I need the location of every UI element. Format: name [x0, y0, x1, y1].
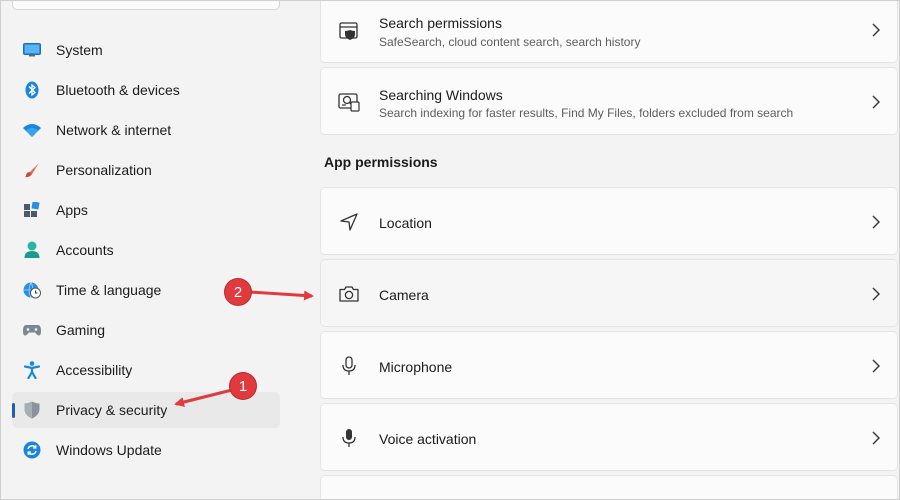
globe-clock-icon: [23, 281, 41, 299]
chevron-right-icon: [872, 359, 880, 373]
sidebar: System Bluetooth & devices Network & int…: [0, 0, 300, 500]
sidebar-item-system[interactable]: System: [12, 32, 280, 68]
voice-activation-card[interactable]: Voice activation: [320, 403, 898, 471]
settings-search-box[interactable]: [12, 0, 280, 10]
microphone-icon: [338, 355, 360, 377]
annotation-badge-2: 2: [225, 279, 251, 305]
card-subtitle: SafeSearch, cloud content search, search…: [379, 35, 641, 49]
searching-windows-card[interactable]: Searching Windows Search indexing for fa…: [320, 67, 898, 135]
search-shield-icon: [338, 20, 360, 42]
card-title: Searching Windows: [379, 87, 503, 103]
chevron-right-icon: [872, 95, 880, 109]
sidebar-item-label: Personalization: [56, 162, 152, 178]
sidebar-item-gaming[interactable]: Gaming: [12, 312, 280, 348]
search-permissions-card[interactable]: Search permissions SafeSearch, cloud con…: [320, 0, 898, 63]
microphone-card[interactable]: Microphone: [320, 331, 898, 399]
next-permission-card[interactable]: [320, 475, 898, 500]
chevron-right-icon: [872, 431, 880, 445]
monitor-icon: [23, 41, 41, 59]
chevron-right-icon: [872, 23, 880, 37]
location-icon: [338, 211, 360, 233]
camera-card[interactable]: Camera: [320, 259, 898, 327]
sidebar-item-label: Bluetooth & devices: [56, 82, 180, 98]
chevron-right-icon: [872, 287, 880, 301]
person-icon: [23, 241, 41, 259]
accessibility-icon: [23, 361, 41, 379]
sidebar-item-network[interactable]: Network & internet: [12, 112, 280, 148]
sidebar-item-label: Accessibility: [56, 362, 133, 378]
sidebar-item-apps[interactable]: Apps: [12, 192, 280, 228]
search-indexing-icon: [338, 91, 360, 113]
sidebar-item-personalization[interactable]: Personalization: [12, 152, 280, 188]
sidebar-item-label: Windows Update: [56, 442, 162, 458]
sidebar-item-accounts[interactable]: Accounts: [12, 232, 280, 268]
card-title: Location: [379, 215, 432, 231]
gamepad-icon: [23, 321, 41, 339]
update-icon: [23, 441, 41, 459]
sidebar-item-bluetooth[interactable]: Bluetooth & devices: [12, 72, 280, 108]
camera-icon: [338, 283, 360, 305]
card-title: Camera: [379, 287, 429, 303]
location-card[interactable]: Location: [320, 187, 898, 255]
bluetooth-icon: [23, 81, 41, 99]
sidebar-item-label: Accounts: [56, 242, 114, 258]
sidebar-item-label: Gaming: [56, 322, 106, 338]
card-subtitle: Search indexing for faster results, Find…: [379, 106, 794, 120]
sidebar-item-label: Privacy & security: [56, 402, 168, 418]
card-title: Voice activation: [379, 431, 477, 447]
voice-activation-icon: [338, 427, 360, 449]
sidebar-item-label: System: [56, 42, 103, 58]
section-heading-app-permissions: App permissions: [324, 154, 438, 170]
sidebar-item-windows-update[interactable]: Windows Update: [12, 432, 280, 468]
selection-indicator: [12, 403, 15, 418]
shield-icon: [23, 401, 41, 419]
card-title: Search permissions: [379, 15, 502, 31]
sidebar-item-label: Apps: [56, 202, 88, 218]
apps-icon: [23, 201, 41, 219]
card-title: Microphone: [379, 359, 453, 375]
wifi-icon: [23, 121, 41, 139]
annotation-badge-1: 1: [230, 373, 256, 399]
sidebar-item-label: Network & internet: [56, 122, 172, 138]
brush-icon: [23, 161, 41, 179]
sidebar-item-label: Time & language: [56, 282, 162, 298]
chevron-right-icon: [872, 215, 880, 229]
